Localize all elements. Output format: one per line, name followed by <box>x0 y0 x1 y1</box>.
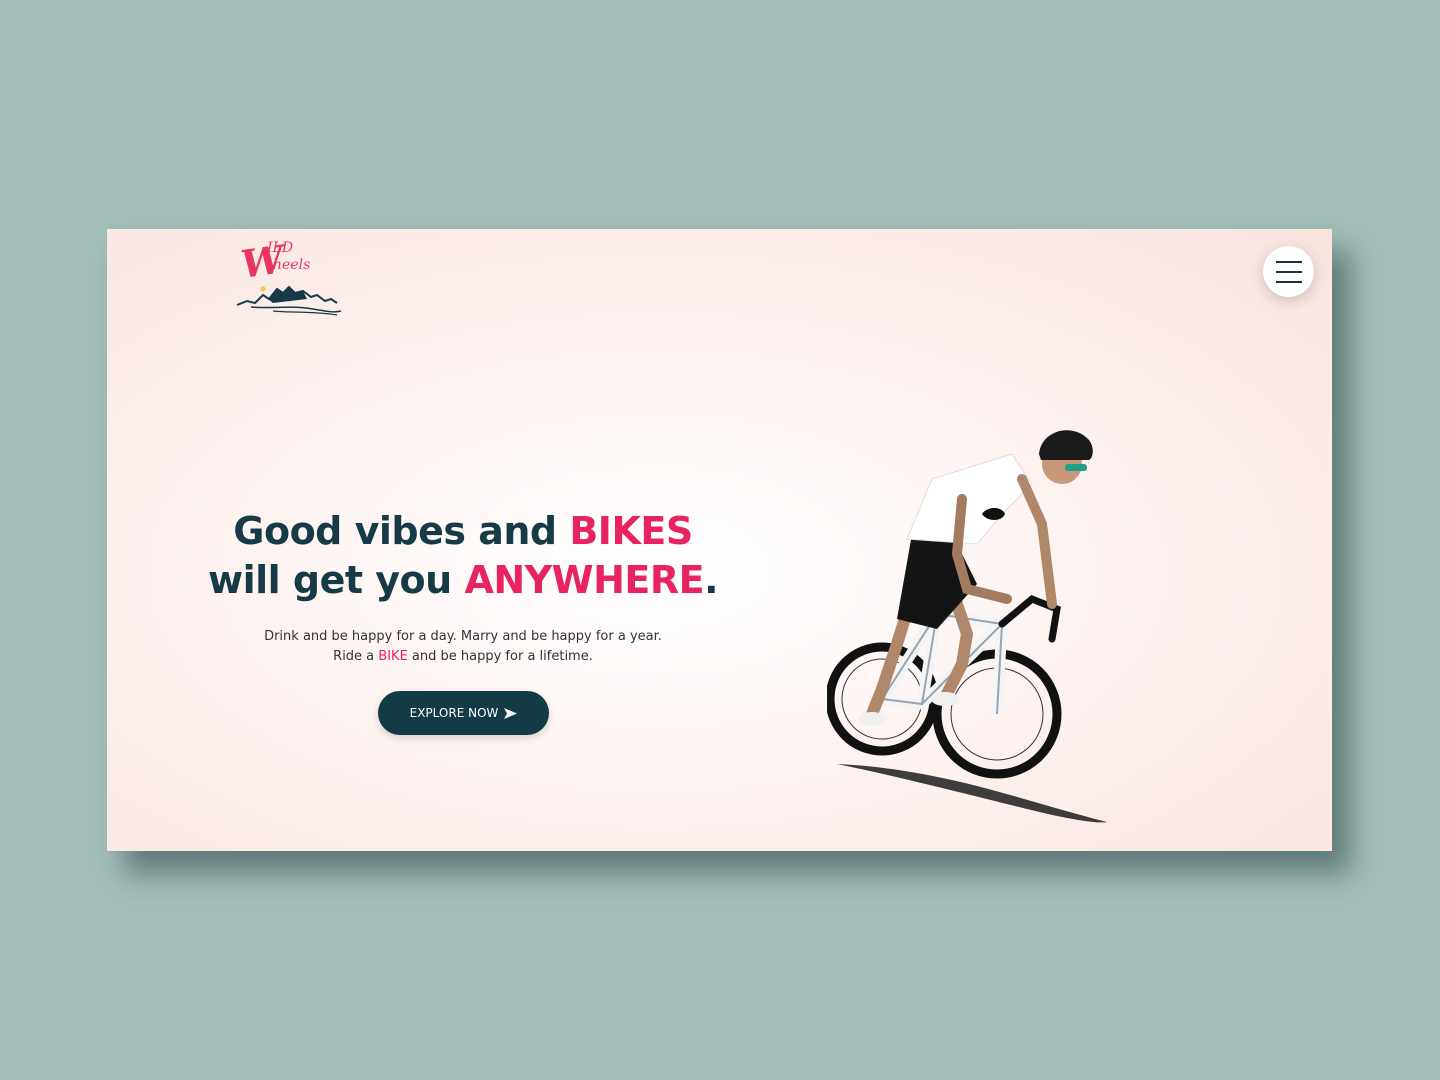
subtitle-text: and be happy for a lifetime. <box>407 649 593 664</box>
hero-headline: Good vibes and BIKES will get you ANYWHE… <box>167 507 759 605</box>
mountain-road-logo-icon <box>236 285 342 316</box>
cta-label: EXPLORE NOW <box>409 706 499 720</box>
landing-page-frame: W ILD heels Good vibes and BIKES will ge… <box>107 229 1332 851</box>
headline-accent-anywhere: ANYWHERE <box>464 558 705 602</box>
headline-text: Good vibes and <box>233 509 570 553</box>
menu-line-icon <box>1275 270 1302 273</box>
subtitle-text: Ride a <box>333 649 379 664</box>
cyclist-photo <box>827 430 1107 823</box>
headline-accent-bikes: BIKES <box>569 509 693 553</box>
wild-wheels-logo[interactable]: W ILD heels <box>233 236 345 317</box>
menu-line-icon <box>1275 260 1302 263</box>
subtitle-accent-bike: BIKE <box>378 649 408 664</box>
explore-now-button[interactable]: EXPLORE NOW <box>378 691 549 735</box>
subtitle-line-1: Drink and be happy for a day. Marry and … <box>264 629 662 644</box>
headline-period: . <box>704 558 718 602</box>
hamburger-menu-button[interactable] <box>1263 246 1314 297</box>
hero-subtitle: Drink and be happy for a day. Marry and … <box>187 627 739 667</box>
menu-line-icon <box>1275 280 1302 283</box>
headline-text: will get you <box>207 558 465 602</box>
arrow-right-icon <box>504 707 518 719</box>
